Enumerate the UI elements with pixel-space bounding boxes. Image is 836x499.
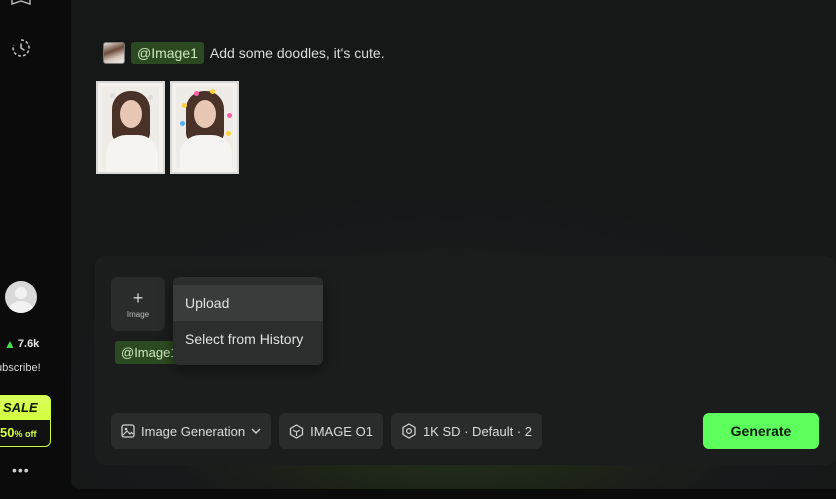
add-image-label: Image <box>126 309 150 319</box>
generate-button[interactable]: Generate <box>703 413 819 449</box>
doodle-dot <box>227 113 232 118</box>
image-icon <box>121 424 135 438</box>
result-coat <box>106 135 158 172</box>
doodle-dot <box>210 89 215 94</box>
image-mention-tag: @Image1 <box>131 42 204 64</box>
app-root: ▲ 7.6k ubscribe! SALE 50% off ••• @Image… <box>0 0 836 499</box>
doodle-dot <box>182 103 187 108</box>
avatar-head <box>15 287 27 299</box>
flame-icon: ▲ <box>4 337 16 351</box>
sale-label: SALE <box>3 400 38 415</box>
sale-badge[interactable]: SALE 50% off <box>0 395 51 447</box>
result-face <box>120 100 142 128</box>
mode-selector[interactable]: Image Generation <box>111 413 272 449</box>
menu-item-upload[interactable]: Upload <box>173 285 323 321</box>
sale-discount-value: 50 <box>0 425 15 440</box>
model-icon <box>289 423 304 439</box>
mode-label: Image Generation <box>141 423 246 439</box>
doodle-dot <box>194 91 199 96</box>
prompt-composer: + Image @Image1 Upload Select from Histo… <box>95 256 836 465</box>
book-icon[interactable] <box>10 0 32 6</box>
left-sidebar: ▲ 7.6k ubscribe! SALE 50% off ••• <box>0 0 71 499</box>
main-canvas: @Image1 Add some doodles, it's cute. + I… <box>71 0 836 489</box>
settings-icon <box>402 423 416 439</box>
doodle-dot <box>180 121 185 126</box>
result-face <box>194 100 216 128</box>
plus-icon: + <box>132 287 144 308</box>
avatar[interactable] <box>5 281 37 313</box>
prompt-history-line: @Image1 Add some doodles, it's cute. <box>103 42 385 64</box>
more-icon[interactable]: ••• <box>12 462 30 478</box>
chevron-down-icon <box>251 428 261 434</box>
doodle-dot <box>148 95 153 100</box>
result-image[interactable] <box>96 81 165 174</box>
subscribe-link[interactable]: ubscribe! <box>0 362 41 374</box>
settings-selector[interactable]: 1K SD · Default · 2 <box>390 413 543 449</box>
result-image[interactable] <box>170 81 239 174</box>
generation-controls: Image Generation IMAGE O1 1K SD · Defaul… <box>111 413 543 449</box>
model-label: IMAGE O1 <box>310 423 373 439</box>
add-image-button[interactable]: + Image <box>111 277 165 331</box>
sale-discount-suffix: % off <box>14 429 37 439</box>
history-icon[interactable] <box>10 37 32 59</box>
credits-counter[interactable]: ▲ 7.6k <box>4 337 39 351</box>
reference-thumbnail[interactable] <box>103 42 125 64</box>
model-selector[interactable]: IMAGE O1 <box>279 413 383 449</box>
generated-results <box>96 81 239 174</box>
upload-menu: Upload Select from History <box>173 277 323 365</box>
prompt-text: Add some doodles, it's cute. <box>209 45 385 61</box>
settings-label: 1K SD · Default · 2 <box>422 423 533 439</box>
credits-value: 7.6k <box>17 338 40 350</box>
doodle-dot <box>226 131 231 136</box>
avatar-body <box>9 301 33 313</box>
doodle-dot <box>110 93 115 98</box>
menu-item-select-from-history[interactable]: Select from History <box>173 321 323 357</box>
result-coat <box>180 135 232 172</box>
sale-discount: 50% off <box>0 425 36 440</box>
